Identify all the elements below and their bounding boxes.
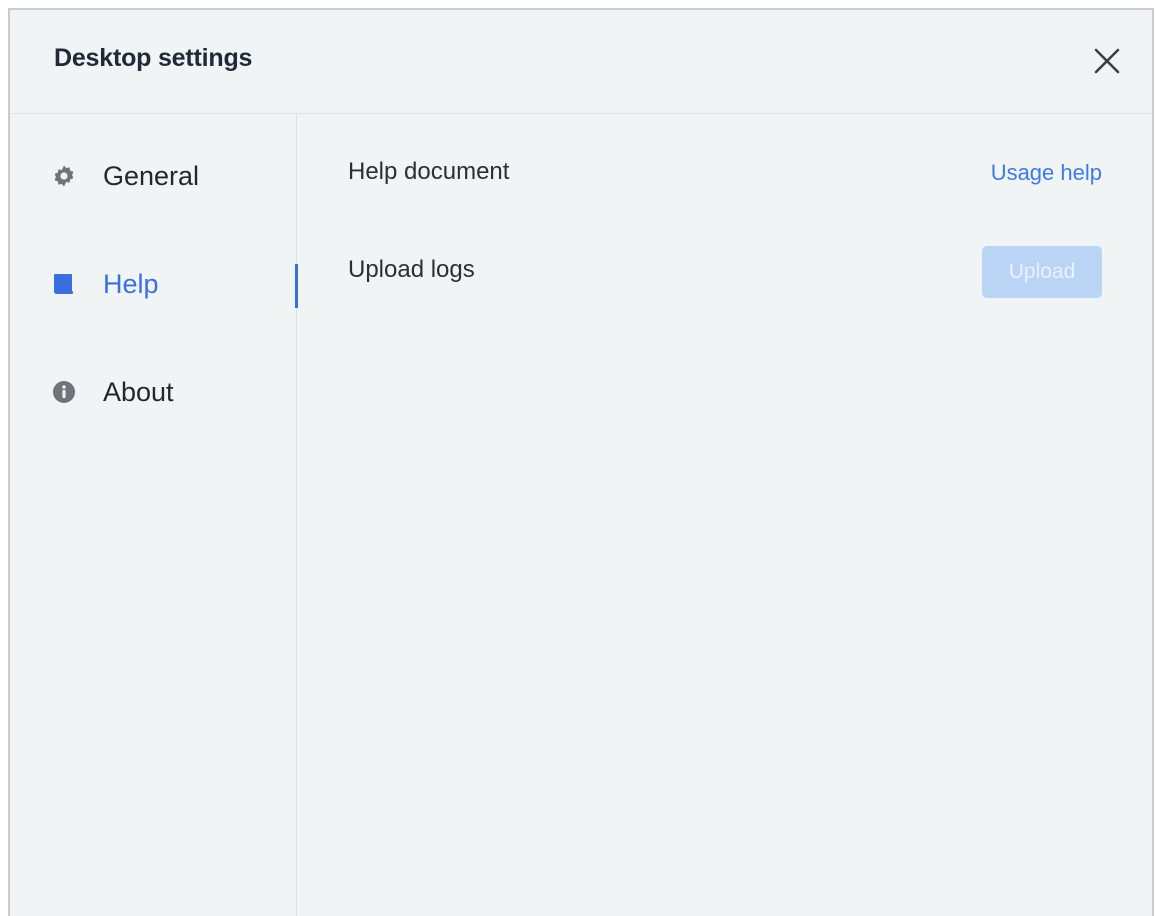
settings-window: Desktop settings General Help About Help… (8, 8, 1154, 916)
sidebar-item-label: General (103, 161, 200, 191)
upload-logs-row: Upload logs Upload (297, 240, 1152, 300)
sidebar-item-label: Help (103, 269, 159, 299)
gear-icon (52, 164, 76, 188)
help-document-label: Help document (348, 158, 510, 185)
info-icon (52, 380, 76, 404)
dialog-header: Desktop settings (10, 10, 1152, 114)
upload-logs-label: Upload logs (348, 256, 475, 283)
sidebar-item-about[interactable]: About (10, 362, 297, 422)
close-button[interactable] (1092, 46, 1122, 76)
settings-sidebar: General Help About (10, 114, 298, 916)
sidebar-item-help[interactable]: Help (10, 254, 298, 314)
close-icon (1092, 46, 1122, 76)
sidebar-item-general[interactable]: General (10, 146, 297, 206)
usage-help-link[interactable]: Usage help (991, 160, 1102, 186)
dialog-title: Desktop settings (54, 44, 253, 72)
book-icon (52, 272, 76, 296)
help-document-row: Help document Usage help (297, 142, 1152, 202)
settings-content: Help document Usage help Upload logs Upl… (297, 114, 1152, 916)
sidebar-item-label: About (103, 377, 174, 407)
upload-button[interactable]: Upload (982, 246, 1102, 298)
